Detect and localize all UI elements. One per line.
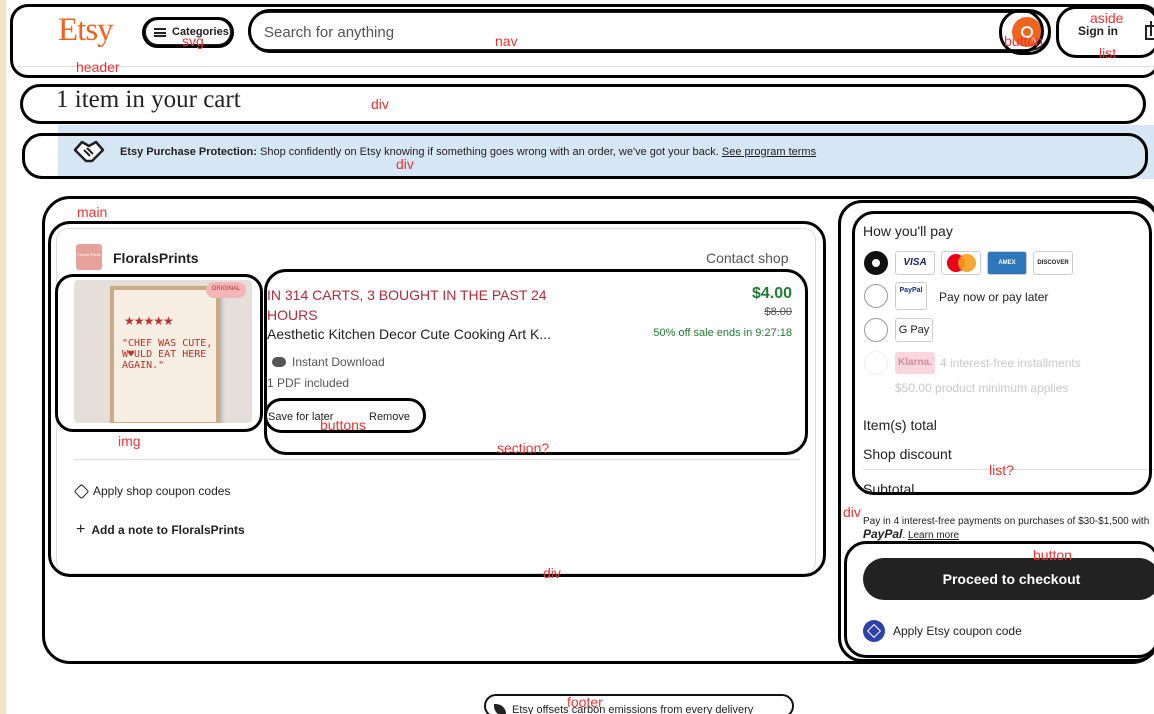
klarna-minimum: $50.00 product minimum applies [895, 381, 1069, 395]
header-divider [18, 66, 1154, 67]
gpay-icon: G Pay [895, 318, 933, 342]
paypal-icon: PayPal [895, 282, 927, 310]
visa-icon: VISA [895, 251, 935, 275]
shop-discount-label: Shop discount [863, 446, 952, 462]
product-image[interactable]: ★★★★★ "CHEF WAS CUTE, W♥ULD EAT HERE AGA… [74, 280, 252, 423]
carts-notice: IN 314 CARTS, 3 BOUGHT IN THE PAST 24 HO… [267, 287, 547, 323]
amex-icon: AMEX [987, 251, 1027, 275]
cart-title: 1 item in your cart [56, 86, 241, 113]
paypal-radio[interactable] [864, 284, 888, 308]
product-stars: ★★★★★ [124, 314, 174, 328]
files-included: 1 PDF included [267, 376, 350, 390]
apply-shop-coupon[interactable]: Apply shop coupon codes [73, 483, 231, 499]
items-total-label: Item(s) total [863, 417, 937, 433]
etsy-logo[interactable]: Etsy [58, 12, 114, 49]
tag-icon [73, 483, 90, 499]
cloud-download-icon [272, 357, 286, 367]
ann-header: header [76, 59, 120, 75]
paypal-brand: PayPal [863, 527, 903, 541]
klarna-label: 4 interest-free installments [940, 356, 1081, 370]
remove-button[interactable]: Remove [369, 411, 410, 423]
search-button[interactable] [1012, 17, 1042, 47]
search-bar[interactable]: Search for anything [248, 11, 1050, 51]
handshake-icon [73, 140, 105, 163]
search-icon [1021, 26, 1033, 38]
mastercard-icon [941, 251, 981, 275]
add-note[interactable]: + Add a note to FloralsPrints [76, 521, 245, 539]
contact-shop-link[interactable]: Contact shop [706, 250, 789, 266]
learn-more-link[interactable]: Learn more [908, 530, 959, 541]
product-quote: "CHEF WAS CUTE, W♥ULD EAT HERE AGAIN." [122, 338, 213, 371]
shop-coupon-label: Apply shop coupon codes [93, 484, 231, 498]
etsy-coupon-label: Apply Etsy coupon code [893, 624, 1022, 638]
paypal-promo: Pay in 4 interest-free payments on purch… [863, 516, 1150, 541]
discover-icon: DISCOVER [1033, 251, 1073, 275]
ann-list: list [1099, 45, 1117, 61]
original-price: $8.00 [764, 306, 792, 318]
paypal-label: Pay now or pay later [939, 290, 1049, 304]
product-frame: ★★★★★ "CHEF WAS CUTE, W♥ULD EAT HERE AGA… [110, 286, 220, 423]
banner-text: Etsy Purchase Protection: Shop confident… [120, 146, 816, 158]
sale-notice: 50% off sale ends in 9:27:18 [653, 327, 792, 339]
subtotal-label: Subtotal [863, 481, 915, 497]
leaf-icon [494, 704, 506, 714]
gift-icon[interactable] [1145, 21, 1154, 40]
footer-text: Etsy offsets carbon emissions from every… [512, 704, 754, 714]
search-input[interactable]: Search for anything [264, 24, 394, 41]
gpay-radio[interactable] [864, 318, 888, 342]
carbon-footer: Etsy offsets carbon emissions from every… [484, 694, 794, 714]
page: Etsy Categories Search for anything Sign… [0, 0, 1154, 714]
purchase-protection-banner: Etsy Purchase Protection: Shop confident… [58, 125, 1154, 179]
proceed-to-checkout-button[interactable]: Proceed to checkout [863, 558, 1154, 600]
shop-avatar[interactable]: Florals Prints [76, 244, 102, 270]
item-price: $4.00 [751, 285, 792, 302]
shop-name[interactable]: FloralsPrints [113, 250, 199, 266]
save-for-later-button[interactable]: Save for later [268, 411, 333, 423]
banner-bold: Etsy Purchase Protection: [120, 146, 257, 158]
delivery-label: Instant Download [292, 355, 385, 369]
card-payment-radio[interactable] [864, 251, 888, 275]
summary-divider [863, 469, 1154, 470]
klarna-icon: Klarna. [895, 352, 935, 374]
ann-div-title: div [371, 96, 389, 112]
ann-div-side: div [843, 504, 861, 520]
original-badge: ORIGINAL [206, 282, 246, 298]
categories-label: Categories [172, 26, 229, 38]
add-note-label: Add a note to FloralsPrints [91, 523, 245, 537]
categories-button[interactable]: Categories [144, 18, 232, 46]
menu-icon [154, 27, 166, 37]
coupon-tag-icon [863, 620, 885, 642]
paypal-promo-text: Pay in 4 interest-free payments on purch… [863, 516, 1150, 527]
program-terms-link[interactable]: See program terms [722, 146, 816, 158]
banner-body: Shop confidently on Etsy knowing if some… [256, 146, 722, 158]
ann-main: main [77, 204, 108, 220]
product-title[interactable]: Aesthetic Kitchen Decor Cute Cooking Art… [267, 326, 551, 342]
card-divider [74, 459, 800, 460]
klarna-radio[interactable] [864, 351, 888, 375]
delivery-type: Instant Download [272, 355, 385, 369]
apply-etsy-coupon[interactable]: Apply Etsy coupon code [863, 620, 1022, 642]
sign-in-link[interactable]: Sign in [1078, 24, 1118, 38]
plus-icon: + [76, 521, 86, 538]
payment-heading: How you'll pay [863, 223, 953, 239]
ann-list-side: list? [989, 462, 1014, 478]
